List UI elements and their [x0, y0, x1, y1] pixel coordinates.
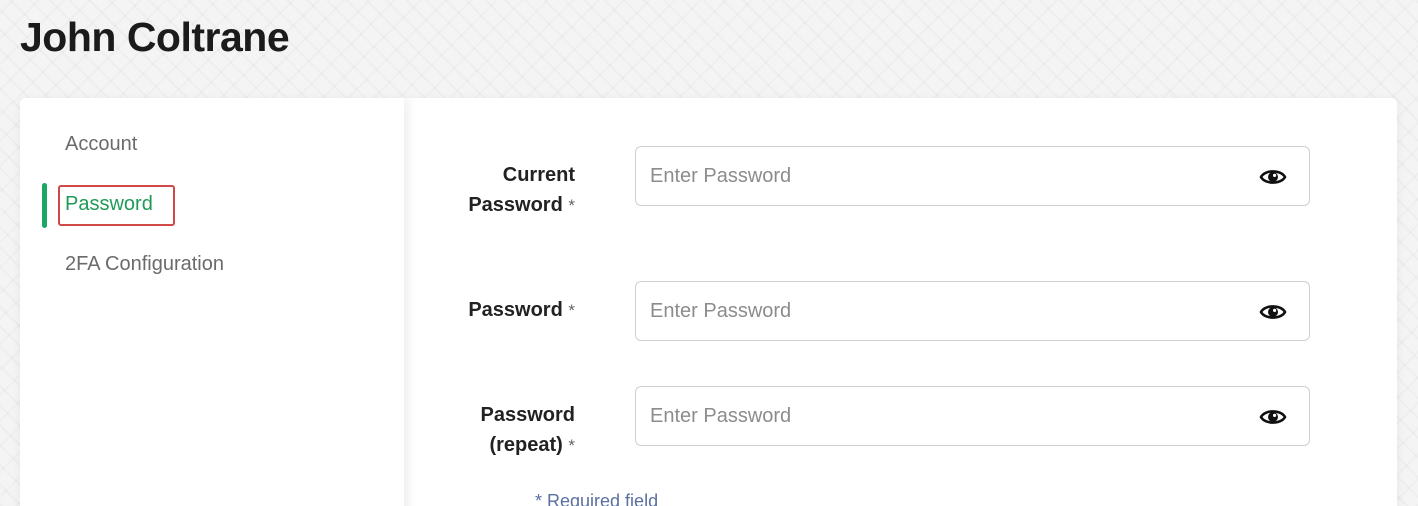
sidebar-item-password[interactable]: Password — [58, 185, 175, 226]
active-indicator — [42, 183, 47, 228]
sidebar-item-2fa-configuration[interactable]: 2FA Configuration — [65, 253, 224, 276]
current-password-field — [635, 146, 1310, 206]
eye-icon[interactable] — [1259, 166, 1287, 188]
repeat-password-input[interactable] — [636, 387, 1236, 445]
page-title: John Coltrane — [20, 14, 290, 60]
sidebar-item-account[interactable]: Account — [65, 133, 137, 156]
new-password-input[interactable] — [636, 282, 1236, 340]
current-password-label-line1: Current — [502, 164, 575, 186]
password-label: Password * — [468, 295, 575, 326]
required-field-note: * Required field — [535, 491, 659, 506]
required-asterisk: * — [568, 196, 575, 215]
current-password-label-line2: Password — [468, 194, 563, 216]
eye-icon[interactable] — [1259, 301, 1287, 323]
repeat-password-label-line2: (repeat) — [489, 434, 563, 456]
password-label-text: Password — [468, 299, 563, 321]
password-form: Current Password * Password * Password (… — [404, 98, 1397, 506]
settings-card: Account Password 2FA Configuration Curre… — [20, 98, 1397, 506]
repeat-password-label: Password (repeat) * — [481, 400, 575, 461]
required-asterisk: * — [568, 436, 575, 455]
new-password-field — [635, 281, 1310, 341]
eye-icon[interactable] — [1259, 406, 1287, 428]
current-password-label: Current Password * — [468, 160, 575, 221]
repeat-password-label-line1: Password — [480, 404, 575, 426]
repeat-password-field — [635, 386, 1310, 446]
required-asterisk: * — [568, 301, 575, 320]
sidebar: Account Password 2FA Configuration — [20, 98, 404, 506]
current-password-input[interactable] — [636, 147, 1236, 205]
